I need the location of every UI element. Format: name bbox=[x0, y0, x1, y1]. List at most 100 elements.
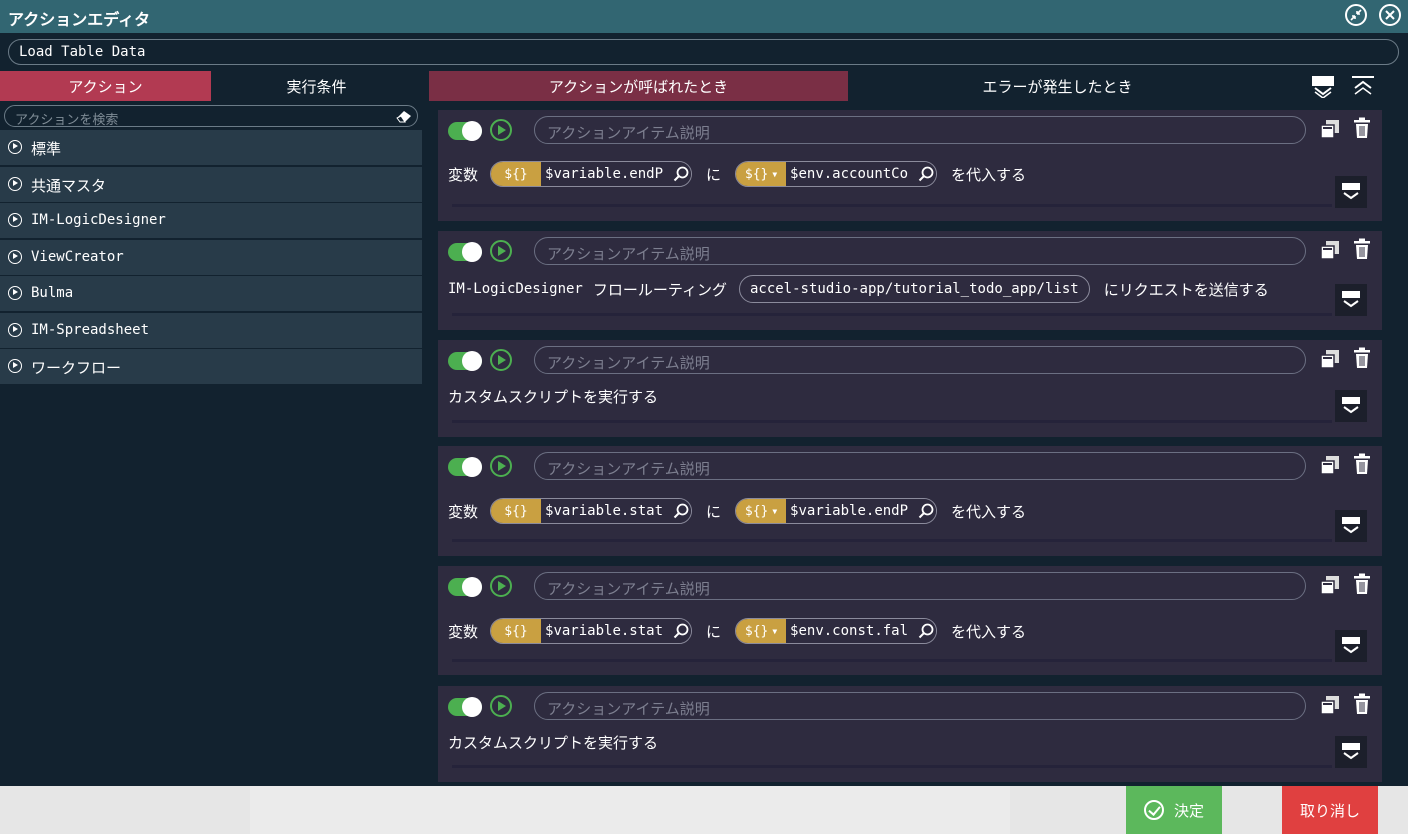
left-tabs: アクション 実行条件 bbox=[0, 71, 422, 101]
item-description-input[interactable]: アクションアイテム説明 bbox=[534, 572, 1306, 600]
trash-icon[interactable] bbox=[1353, 347, 1371, 369]
cancel-button[interactable]: 取り消し bbox=[1282, 786, 1378, 834]
enable-toggle[interactable] bbox=[448, 242, 482, 262]
item-description-input[interactable]: アクションアイテム説明 bbox=[534, 116, 1306, 144]
item-divider bbox=[452, 659, 1332, 662]
tab-action[interactable]: アクション bbox=[0, 71, 211, 101]
run-icon[interactable] bbox=[490, 240, 512, 262]
trash-icon[interactable] bbox=[1353, 573, 1371, 595]
run-icon[interactable] bbox=[490, 119, 512, 141]
search-icon[interactable] bbox=[916, 499, 937, 523]
assign-row: 変数 ${} $variable.stat に ${} ▼ $env.const.… bbox=[448, 618, 1038, 644]
action-item: アクションアイテム説明 IM-LogicDesigner フロールーティング a… bbox=[438, 231, 1382, 330]
run-icon[interactable] bbox=[490, 455, 512, 477]
item-divider bbox=[452, 204, 1332, 207]
category-label: Bulma bbox=[31, 285, 74, 301]
expand-item-button[interactable] bbox=[1335, 510, 1367, 542]
run-icon[interactable] bbox=[490, 575, 512, 597]
search-icon[interactable] bbox=[916, 619, 937, 643]
variable-value: $variable.stat bbox=[541, 619, 672, 643]
expand-item-button[interactable] bbox=[1335, 284, 1367, 316]
collapse-all-icon[interactable] bbox=[1352, 74, 1374, 98]
search-icon[interactable] bbox=[671, 499, 692, 523]
enable-toggle[interactable] bbox=[448, 577, 482, 597]
variable-selector[interactable]: ${} $variable.endP bbox=[490, 161, 693, 187]
label-send-request: にリクエストを送信する bbox=[1103, 280, 1269, 299]
variable-badge: ${} bbox=[491, 499, 542, 523]
value-badge: ${} bbox=[744, 166, 769, 182]
run-icon[interactable] bbox=[490, 695, 512, 717]
value-selector[interactable]: ${} ▼ $variable.endP bbox=[735, 498, 938, 524]
description-placeholder: アクションアイテム説明 bbox=[547, 245, 710, 263]
tab-on-called[interactable]: アクションが呼ばれたとき bbox=[429, 71, 848, 101]
trash-icon[interactable] bbox=[1353, 117, 1371, 139]
ok-button[interactable]: 決定 bbox=[1126, 786, 1222, 834]
category-common-master[interactable]: 共通マスタ bbox=[0, 166, 422, 202]
category-viewcreator[interactable]: ViewCreator bbox=[0, 239, 422, 275]
variable-selector[interactable]: ${} $variable.stat bbox=[490, 618, 693, 644]
category-standard[interactable]: 標準 bbox=[0, 130, 422, 165]
enable-toggle[interactable] bbox=[448, 697, 482, 717]
category-logicdesigner[interactable]: IM-LogicDesigner bbox=[0, 203, 422, 238]
search-icon[interactable] bbox=[916, 162, 937, 186]
panel-splitter[interactable] bbox=[422, 71, 429, 786]
expand-item-button[interactable] bbox=[1335, 390, 1367, 422]
copy-icon[interactable] bbox=[1319, 694, 1341, 716]
close-icon[interactable] bbox=[1379, 4, 1401, 26]
label-assign: を代入する bbox=[951, 622, 1027, 641]
item-description-input[interactable]: アクションアイテム説明 bbox=[534, 346, 1306, 374]
expand-item-button[interactable] bbox=[1335, 176, 1367, 208]
tab-on-error[interactable]: エラーが発生したとき bbox=[848, 71, 1267, 101]
restore-icon[interactable] bbox=[1345, 4, 1367, 26]
category-workflow[interactable]: ワークフロー bbox=[0, 349, 422, 384]
value-type-dropdown[interactable]: ${} ▼ bbox=[736, 499, 787, 523]
item-description-input[interactable]: アクションアイテム説明 bbox=[534, 692, 1306, 720]
play-circle-icon bbox=[8, 322, 22, 337]
action-name-input[interactable]: Load Table Data bbox=[8, 39, 1399, 65]
copy-icon[interactable] bbox=[1319, 348, 1341, 370]
eraser-icon[interactable] bbox=[395, 108, 413, 124]
enable-toggle[interactable] bbox=[448, 351, 482, 371]
expand-item-button[interactable] bbox=[1335, 736, 1367, 768]
variable-selector[interactable]: ${} $variable.stat bbox=[490, 498, 693, 524]
right-tabs: アクションが呼ばれたとき エラーが発生したとき bbox=[429, 71, 1408, 101]
title-bar: アクションエディタ bbox=[0, 0, 1408, 33]
tab-conditions[interactable]: 実行条件 bbox=[211, 71, 422, 101]
category-spreadsheet[interactable]: IM-Spreadsheet bbox=[0, 312, 422, 348]
chevron-down-icon bbox=[1342, 397, 1360, 414]
item-description-input[interactable]: アクションアイテム説明 bbox=[534, 452, 1306, 480]
trash-icon[interactable] bbox=[1353, 238, 1371, 260]
value-type-dropdown[interactable]: ${} ▼ bbox=[736, 162, 787, 186]
action-item: アクションアイテム説明 カスタムスクリプトを実行する bbox=[438, 340, 1382, 437]
value-selector[interactable]: ${} ▼ $env.const.fal bbox=[735, 618, 938, 644]
chevron-down-icon bbox=[1342, 291, 1360, 308]
run-icon[interactable] bbox=[490, 349, 512, 371]
label-run-script: カスタムスクリプトを実行する bbox=[448, 388, 659, 406]
search-placeholder: アクションを検索 bbox=[15, 113, 119, 128]
value-badge: ${} bbox=[744, 623, 769, 639]
item-description-input[interactable]: アクションアイテム説明 bbox=[534, 237, 1306, 265]
action-search-input[interactable]: アクションを検索 bbox=[4, 105, 418, 128]
trash-icon[interactable] bbox=[1353, 693, 1371, 715]
search-icon[interactable] bbox=[671, 619, 692, 643]
expand-all-icon[interactable] bbox=[1312, 74, 1334, 98]
enable-toggle[interactable] bbox=[448, 121, 482, 141]
routing-url-input[interactable]: accel-studio-app/tutorial_todo_app/list bbox=[738, 275, 1090, 303]
copy-icon[interactable] bbox=[1319, 454, 1341, 476]
value-selector[interactable]: ${} ▼ $env.accountCo bbox=[735, 161, 938, 187]
copy-icon[interactable] bbox=[1319, 239, 1341, 261]
search-icon[interactable] bbox=[671, 162, 692, 186]
category-bulma[interactable]: Bulma bbox=[0, 276, 422, 311]
label-run-script: カスタムスクリプトを実行する bbox=[448, 734, 659, 752]
trash-icon[interactable] bbox=[1353, 453, 1371, 475]
value-type-dropdown[interactable]: ${} ▼ bbox=[736, 619, 787, 643]
footer: 決定 取り消し bbox=[0, 786, 1408, 834]
value-text: $env.const.fal bbox=[786, 619, 917, 643]
enable-toggle[interactable] bbox=[448, 457, 482, 477]
expand-item-button[interactable] bbox=[1335, 630, 1367, 662]
copy-icon[interactable] bbox=[1319, 574, 1341, 596]
label-flow-routing: フロールーティング bbox=[592, 280, 727, 299]
copy-icon[interactable] bbox=[1319, 118, 1341, 140]
value-badge: ${} bbox=[744, 503, 769, 519]
item-divider bbox=[452, 313, 1332, 316]
